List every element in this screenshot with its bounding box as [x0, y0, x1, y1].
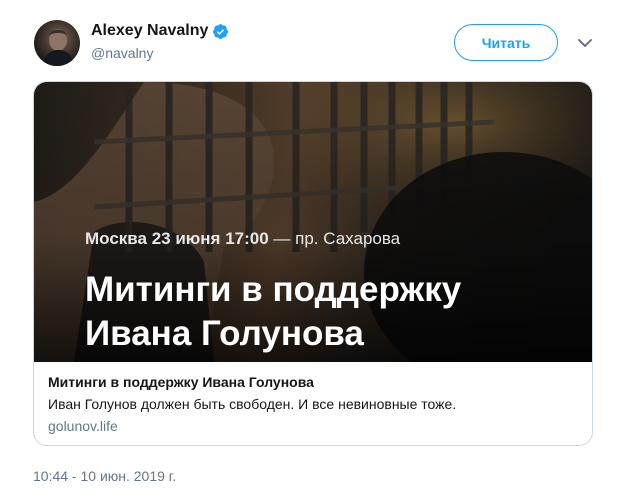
card-description: Иван Голунов должен быть свободен. И все…	[48, 396, 457, 412]
image-title: Митинги в поддержку Ивана Голунова	[85, 268, 461, 356]
card-domain[interactable]: golunov.life	[48, 418, 578, 434]
link-card[interactable]: Москва 23 июня 17:00 — пр. Сахарова Мити…	[33, 81, 593, 446]
author-name[interactable]: Alexey Navalny	[91, 22, 208, 40]
tweet-timestamp[interactable]: 10:44 - 10 июн. 2019 г.	[33, 468, 176, 484]
image-title-line1: Митинги в поддержку	[85, 270, 462, 309]
author-block: Alexey Navalny @navalny	[91, 22, 229, 61]
card-title[interactable]: Митинги в поддержку Ивана Голунова	[48, 374, 578, 390]
verified-badge-icon	[212, 23, 229, 40]
image-title-line2: Ивана Голунова	[85, 314, 364, 353]
author-handle[interactable]: @navalny	[91, 45, 229, 61]
avatar[interactable]	[34, 20, 80, 66]
card-body[interactable]: Митинги в поддержку Ивана Голунова Иван …	[34, 362, 592, 434]
image-subtitle-place: — пр. Сахарова	[273, 229, 401, 248]
follow-button[interactable]: Читать	[454, 24, 558, 61]
chevron-down-icon[interactable]	[577, 36, 593, 48]
image-subtitle: Москва 23 июня 17:00 — пр. Сахарова	[85, 229, 400, 249]
card-image[interactable]: Москва 23 июня 17:00 — пр. Сахарова Мити…	[34, 82, 592, 362]
image-subtitle-datetime: Москва 23 июня 17:00	[85, 229, 269, 248]
